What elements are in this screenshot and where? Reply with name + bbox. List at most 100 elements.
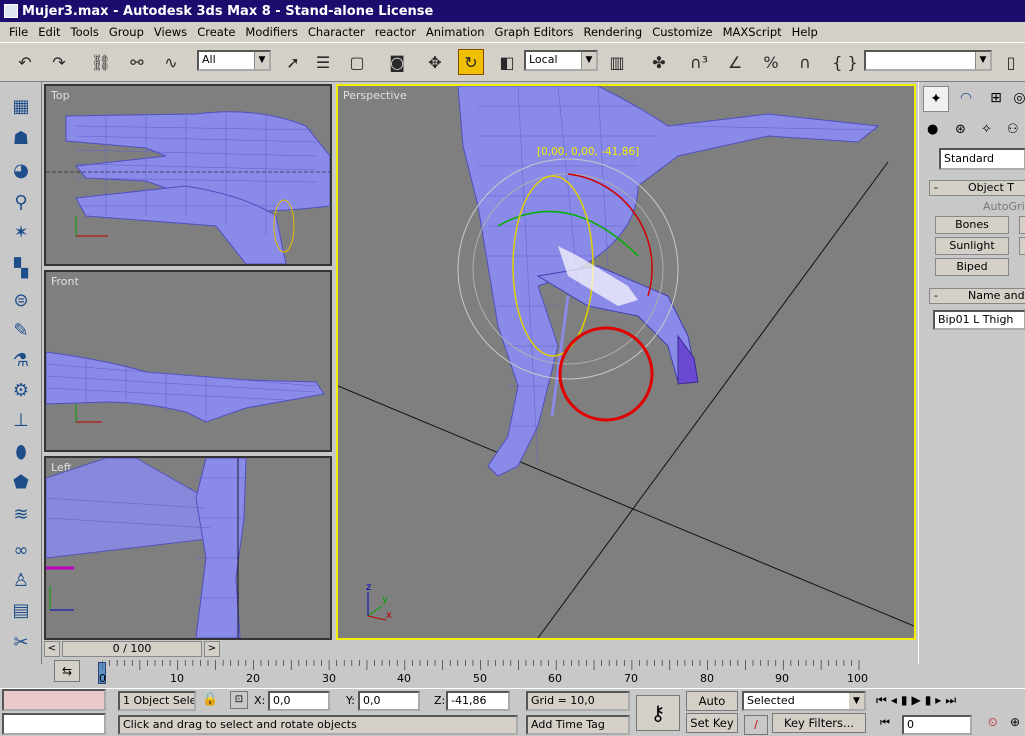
modifier-icon[interactable]: ⊥	[6, 406, 36, 434]
edit-named-selections-icon[interactable]: { }	[832, 49, 858, 75]
menu-file[interactable]: File	[4, 25, 33, 39]
z-coord-field[interactable]: -41,86	[446, 691, 510, 711]
key-filters-button[interactable]: Key Filters...	[772, 713, 866, 733]
menu-create[interactable]: Create	[192, 25, 240, 39]
menu-character[interactable]: Character	[303, 25, 370, 39]
sphere-icon[interactable]: ◕	[6, 156, 36, 184]
bind-space-warp-icon[interactable]: ∿	[158, 49, 184, 75]
next-frame-icon[interactable]: ▮▸	[925, 693, 946, 707]
hierarchy-tab-icon[interactable]: ⊞	[983, 86, 1009, 112]
current-frame-field[interactable]: 0	[902, 715, 972, 735]
select-and-manipulate-icon[interactable]: ✤	[646, 49, 672, 75]
render-icon[interactable]: ✂	[6, 628, 36, 656]
rectangular-selection-icon[interactable]: ▢	[344, 49, 370, 75]
sunlight-button[interactable]: Sunlight	[935, 237, 1009, 255]
object-name-field[interactable]: Bip01 L Thigh	[933, 310, 1025, 330]
motion-tab-icon[interactable]: ◎	[1013, 86, 1025, 112]
play-icon[interactable]: ▶	[911, 693, 924, 707]
autogrid-label[interactable]: AutoGric	[983, 200, 1025, 213]
modify-tab-icon[interactable]: ◠	[953, 86, 979, 112]
select-and-link-icon[interactable]: ⛓	[88, 49, 114, 75]
select-and-rotate-icon[interactable]: ↻	[458, 49, 484, 75]
geometry-icon[interactable]: ●	[927, 122, 938, 137]
select-object-icon[interactable]: ➚	[280, 49, 306, 75]
menu-animation[interactable]: Animation	[421, 25, 490, 39]
deform-icon[interactable]: ⬟	[6, 468, 36, 496]
set-key-icon[interactable]: ⚷	[636, 695, 680, 731]
default-in-out-tangent-icon[interactable]: ∕	[744, 715, 768, 735]
menu-edit[interactable]: Edit	[33, 25, 65, 39]
select-and-scale-icon[interactable]: ◧	[494, 49, 520, 75]
select-by-name-icon[interactable]: ☰	[310, 49, 336, 75]
menu-modifiers[interactable]: Modifiers	[240, 25, 303, 39]
nurbs-icon[interactable]: ⚗	[6, 346, 36, 374]
bones-button[interactable]: Bones	[935, 216, 1009, 234]
character-icon[interactable]: ♙	[6, 566, 36, 594]
key-mode-toggle-icon[interactable]: ⏮	[880, 716, 890, 730]
biped-button[interactable]: Biped	[935, 258, 1009, 276]
menu-rendering[interactable]: Rendering	[579, 25, 648, 39]
shapes-cat-icon[interactable]: ⊛	[955, 122, 966, 137]
selection-filter-dropdown[interactable]: All ▼	[197, 50, 271, 71]
helpers-icon[interactable]: ✶	[6, 218, 36, 246]
zoom-icon[interactable]: ⊕	[1010, 715, 1020, 729]
shapes-icon[interactable]: ☗	[6, 124, 36, 152]
add-time-tag-field[interactable]: Add Time Tag	[526, 715, 630, 735]
menu-tools[interactable]: Tools	[66, 25, 104, 39]
time-prev-button[interactable]: <	[44, 641, 60, 657]
set-key-button[interactable]: Set Key	[686, 713, 738, 733]
patch-grids-icon[interactable]: ✎	[6, 316, 36, 344]
menu-group[interactable]: Group	[104, 25, 149, 39]
menu-customize[interactable]: Customize	[647, 25, 717, 39]
absolute-mode-icon[interactable]: ⊡	[230, 691, 248, 709]
materials-icon[interactable]: ▤	[6, 596, 36, 624]
compounds-icon[interactable]: ▚	[6, 254, 36, 282]
mirror-icon[interactable]: ▯	[998, 49, 1024, 75]
menu-help[interactable]: Help	[787, 25, 823, 39]
viewport-perspective[interactable]: Perspective [0,00, 0,00, -41,86] z x y	[336, 84, 916, 640]
time-next-button[interactable]: >	[204, 641, 220, 657]
cameras-cat-icon[interactable]: ⚇	[1007, 122, 1019, 137]
spinner-snap-icon[interactable]: ∩	[792, 49, 818, 75]
named-selection-dropdown[interactable]: ▼	[864, 50, 992, 71]
name-color-rollout[interactable]: - Name and	[929, 288, 1025, 304]
select-and-move-icon[interactable]: ✥	[422, 49, 448, 75]
window-crossing-icon[interactable]: ◙	[384, 49, 410, 75]
redo-icon[interactable]: ↷	[46, 49, 72, 75]
surface-icon[interactable]: ⬮	[6, 438, 36, 466]
lights-cat-icon[interactable]: ✧	[981, 122, 992, 137]
objects-icon[interactable]: ▦	[6, 92, 36, 120]
particles-icon[interactable]: ⊜	[6, 286, 36, 314]
percent-snap-icon[interactable]: %	[758, 49, 784, 75]
auto-key-button[interactable]: Auto Key	[686, 691, 738, 726]
viewport-left[interactable]: Left	[44, 456, 332, 640]
snap-toggle-icon[interactable]: ∩³	[686, 49, 712, 75]
time-slider-thumb[interactable]: 0 / 100	[62, 641, 202, 657]
y-coord-field[interactable]: 0,0	[358, 691, 420, 711]
previous-frame-icon[interactable]: ◂▮	[891, 693, 912, 707]
lock-selection-icon[interactable]: 🔒	[202, 692, 218, 707]
menu-maxscript[interactable]: MAXScript	[718, 25, 787, 39]
dynamics-icon[interactable]: ⚙	[6, 376, 36, 404]
x-coord-field[interactable]: 0,0	[268, 691, 330, 711]
go-to-start-icon[interactable]: ⏮	[876, 693, 891, 707]
use-pivot-center-icon[interactable]: ▥	[604, 49, 630, 75]
lights-icon[interactable]: ⚲	[6, 188, 36, 216]
time-configuration-icon[interactable]: ⏲	[988, 715, 997, 730]
key-mode-dropdown[interactable]: Selected ▼	[742, 691, 866, 711]
menu-views[interactable]: Views	[149, 25, 192, 39]
menu-graph-editors[interactable]: Graph Editors	[490, 25, 579, 39]
curve-editor-icon[interactable]: ⇆	[54, 660, 80, 682]
chevron-down-icon[interactable]: ▼	[849, 693, 864, 709]
viewport-top[interactable]: Top	[44, 84, 332, 266]
reference-coordinate-dropdown[interactable]: Local ▼	[524, 50, 598, 71]
go-to-end-icon[interactable]: ⏭	[945, 693, 960, 707]
second-col-button-1[interactable]	[1019, 216, 1025, 234]
create-tab-icon[interactable]: ✦	[923, 86, 949, 112]
object-type-rollout[interactable]: - Object T	[929, 180, 1025, 196]
cameras-icon[interactable]: ∞	[6, 536, 36, 564]
unlink-icon[interactable]: ⚯	[124, 49, 150, 75]
maxscript-listener-mini[interactable]	[2, 689, 106, 711]
waves-icon[interactable]: ≋	[6, 500, 36, 528]
second-col-button-2[interactable]	[1019, 237, 1025, 255]
